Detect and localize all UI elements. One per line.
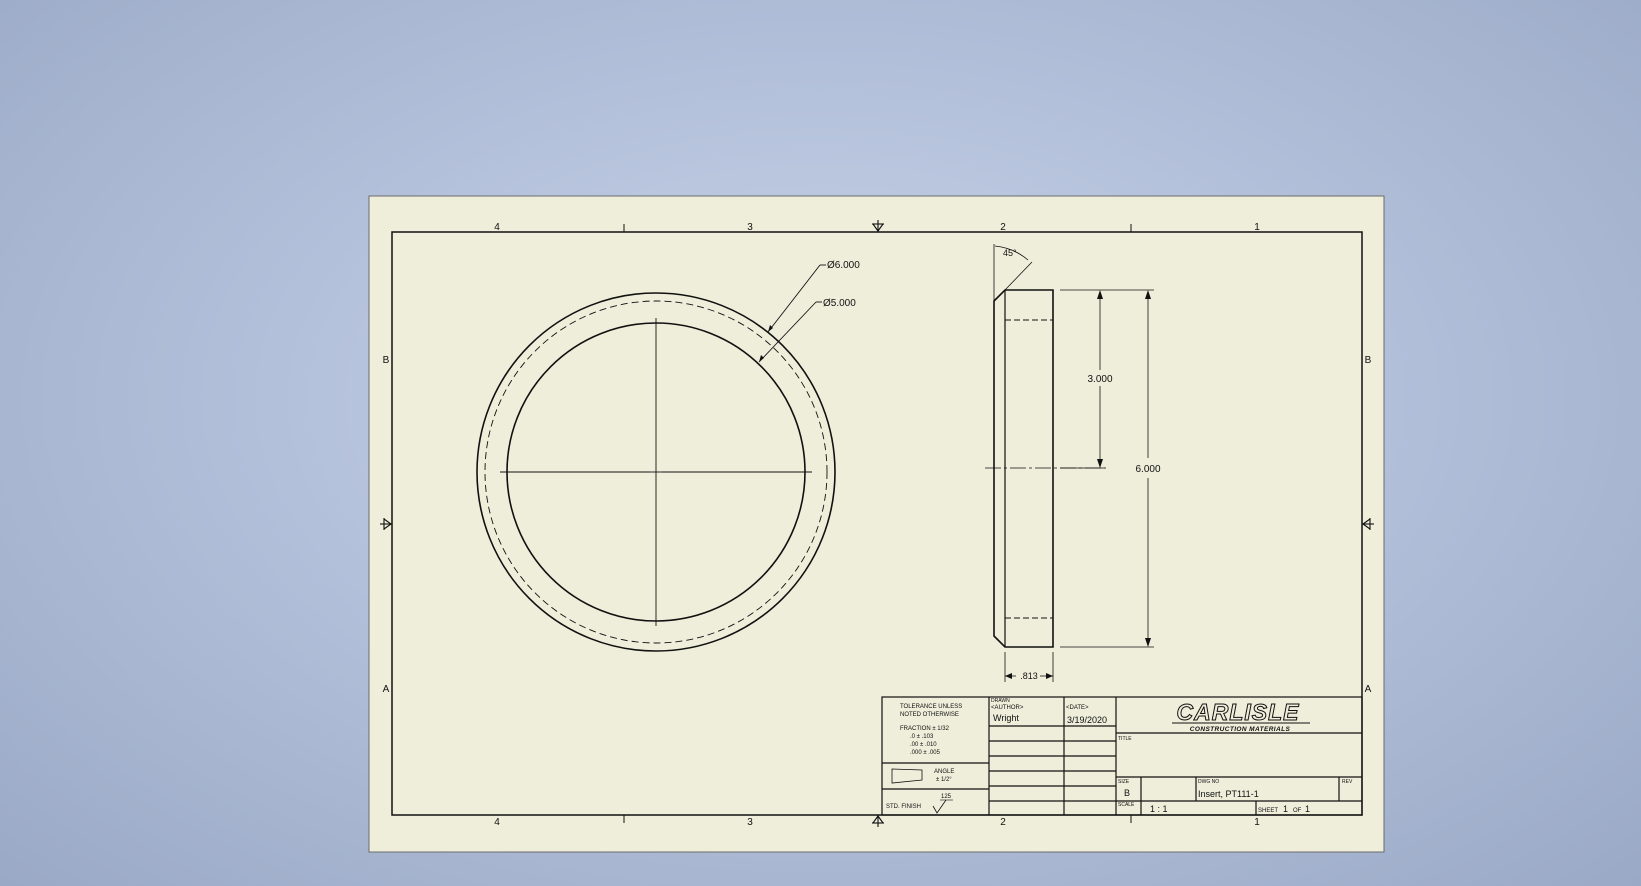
outer-diameter-label[interactable]: Ø6.000: [827, 260, 860, 271]
size-field[interactable]: B: [1124, 788, 1130, 798]
sheet-total: 1: [1305, 804, 1310, 814]
chamfer-angle-label[interactable]: 45°: [1003, 248, 1017, 258]
logo-subtitle: CONSTRUCTION MATERIALS: [1190, 726, 1291, 733]
dwg-no-field[interactable]: Insert, PT111-1: [1198, 789, 1259, 799]
tolerance-fraction: FRACTION ± 1/32: [900, 726, 950, 732]
inner-diameter-label[interactable]: Ø5.000: [823, 298, 856, 309]
tolerance-3-place: .000 ± .005: [910, 750, 941, 756]
zone-col-2-bottom: 2: [1000, 817, 1006, 828]
size-label: SIZE: [1118, 779, 1130, 785]
drawing-sheet-canvas[interactable]: 4 3 2 1 4 3 2 1 B A B A Ø6.000 Ø5.000 45…: [0, 0, 1641, 886]
author-field[interactable]: Wright: [993, 713, 1019, 723]
zone-row-b-right: B: [1365, 355, 1372, 366]
title-label: TITLE: [1118, 736, 1132, 742]
scale-field[interactable]: 1 : 1: [1150, 804, 1168, 814]
zone-row-a-right: A: [1365, 684, 1372, 695]
scale-label: SCALE: [1118, 802, 1135, 808]
thickness-label[interactable]: .813: [1020, 671, 1038, 681]
zone-col-4-top: 4: [494, 222, 500, 233]
date-field[interactable]: 3/19/2020: [1067, 715, 1107, 725]
tolerance-1-place: .0 ± .103: [910, 734, 934, 740]
tolerance-2-place: .00 ± .010: [910, 742, 937, 748]
author-placeholder: <AUTHOR>: [991, 705, 1024, 711]
carlisle-logo: CARLISLE CONSTRUCTION MATERIALS: [1172, 699, 1310, 733]
logo-wordmark: CARLISLE: [1177, 699, 1300, 725]
zone-col-2-top: 2: [1000, 222, 1006, 233]
drawing-viewport[interactable]: 4 3 2 1 4 3 2 1 B A B A Ø6.000 Ø5.000 45…: [0, 0, 1641, 886]
rev-label: REV: [1342, 779, 1353, 785]
angle-label: ANGLE: [934, 769, 954, 775]
zone-row-b-left: B: [383, 355, 390, 366]
of-label: OF: [1293, 808, 1302, 814]
zone-row-a-left: A: [383, 684, 390, 695]
sheet-number: 1: [1283, 804, 1288, 814]
std-finish-value: 125: [941, 794, 952, 800]
half-height-label[interactable]: 3.000: [1087, 374, 1112, 385]
drawing-sheet: [368, 195, 1385, 853]
date-placeholder: <DATE>: [1066, 705, 1089, 711]
zone-col-4-bottom: 4: [494, 817, 500, 828]
dwg-no-label: DWG NO: [1198, 779, 1219, 785]
std-finish-label: STD. FINISH: [886, 804, 921, 810]
zone-col-3-top: 3: [747, 222, 753, 233]
zone-col-1-bottom: 1: [1254, 817, 1260, 828]
tolerance-header-1: TOLERANCE UNLESS: [900, 704, 962, 710]
zone-col-3-bottom: 3: [747, 817, 753, 828]
sheet-label: SHEET: [1258, 808, 1278, 814]
angle-tolerance: ± 1/2°: [936, 777, 952, 783]
zone-col-1-top: 1: [1254, 222, 1260, 233]
height-label[interactable]: 6.000: [1135, 464, 1160, 475]
drawn-label: DRAWN: [991, 698, 1010, 704]
tolerance-header-2: NOTED OTHERWISE: [900, 712, 959, 718]
